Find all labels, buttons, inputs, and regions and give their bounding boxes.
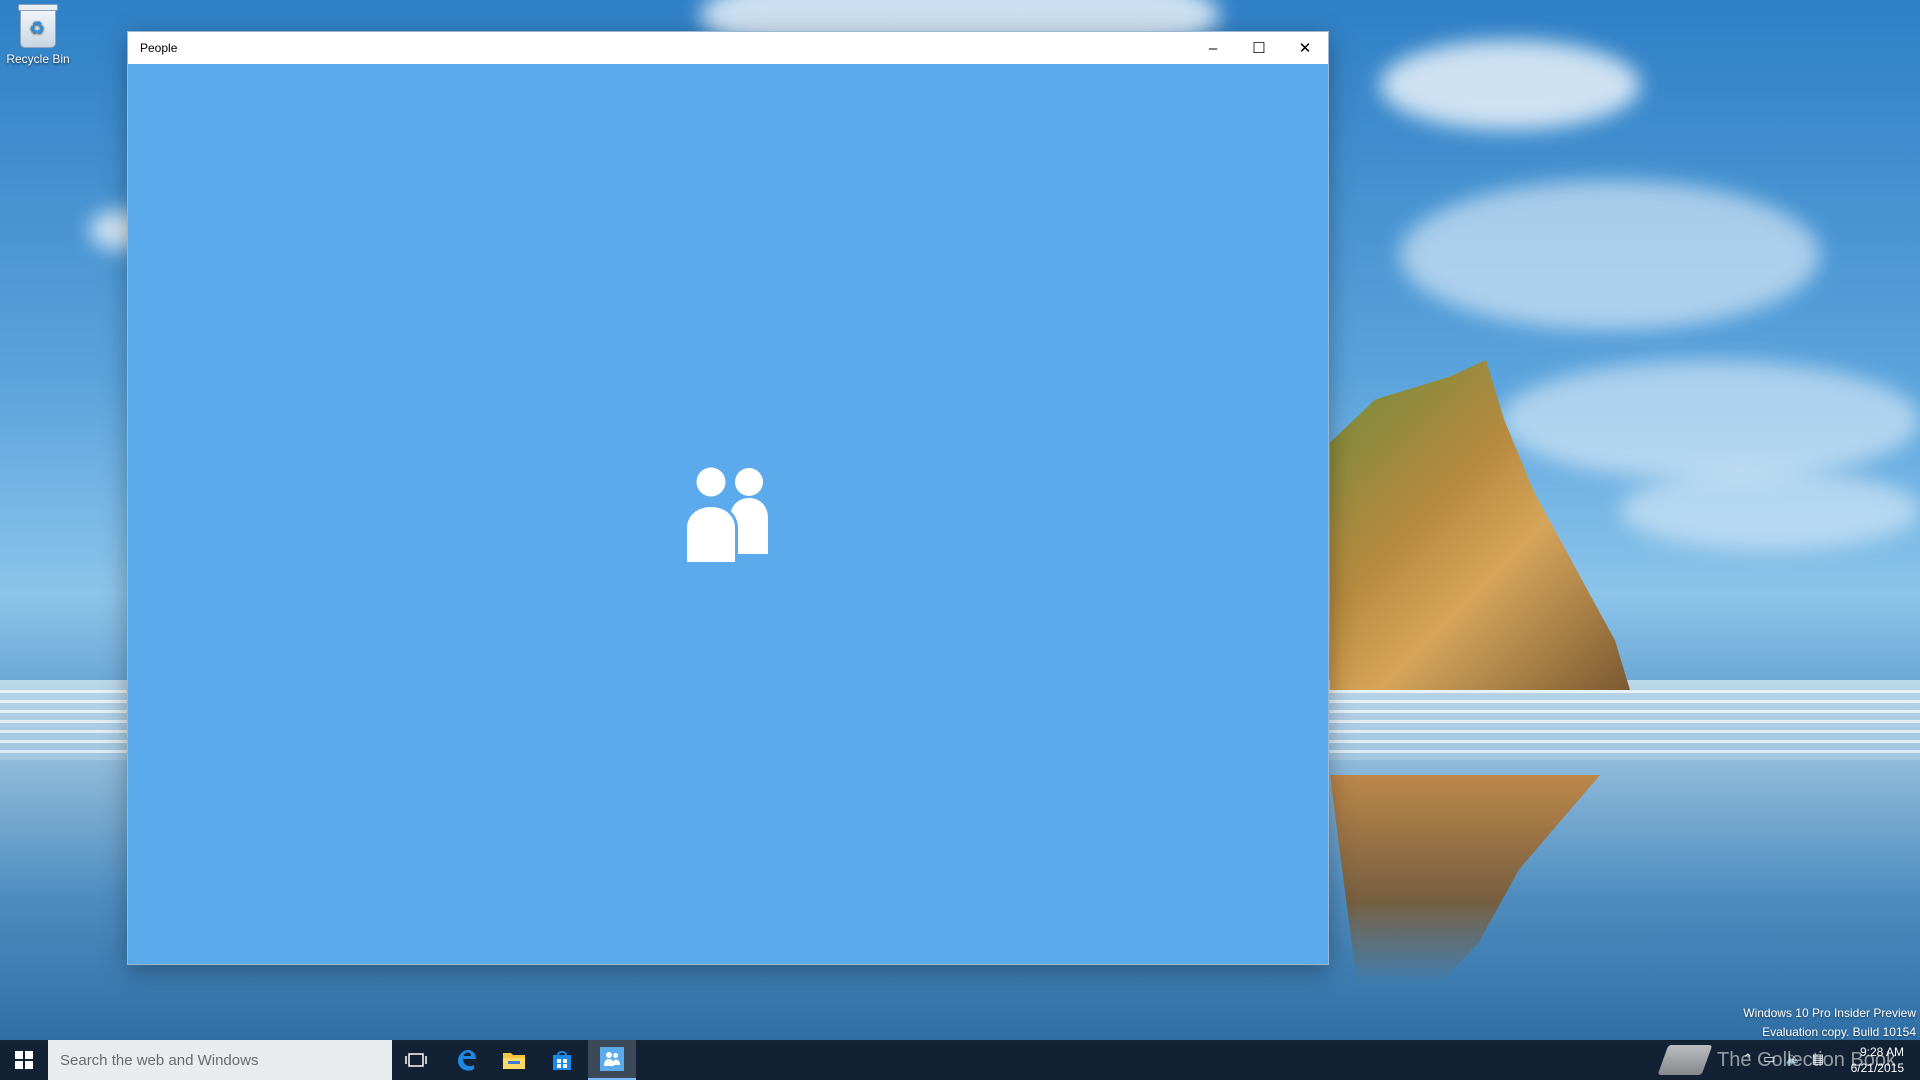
search-box[interactable]: Search the web and Windows — [48, 1040, 392, 1080]
file-explorer-button[interactable] — [490, 1040, 538, 1080]
minimize-button[interactable]: – — [1190, 32, 1236, 64]
file-explorer-icon — [503, 1053, 525, 1069]
task-view-icon — [405, 1053, 427, 1067]
people-icon — [684, 465, 768, 562]
splash-screen — [128, 64, 1328, 964]
recycle-bin-label: Recycle Bin — [6, 52, 70, 66]
search-placeholder: Search the web and Windows — [60, 1051, 259, 1069]
close-icon: ✕ — [1298, 40, 1312, 57]
window-title: People — [140, 41, 178, 55]
recycle-bin-icon: ♻ — [18, 4, 58, 48]
watermark-edition: Windows 10 Pro Insider Preview — [1743, 1006, 1916, 1020]
edge-button[interactable] — [442, 1040, 490, 1080]
minimize-icon: – — [1208, 39, 1218, 57]
windows-logo-icon — [15, 1051, 33, 1069]
store-icon — [553, 1051, 571, 1070]
close-button[interactable]: ✕ — [1282, 32, 1328, 64]
title-bar[interactable]: People – ☐ ✕ — [128, 32, 1328, 64]
taskbar: Search the web and Windows ⌃ ▭ 🔈 ▤ 9:28 … — [0, 1040, 1920, 1080]
brand-watermark: The Collection Book — [1657, 1040, 1896, 1080]
store-button[interactable] — [538, 1040, 586, 1080]
task-view-button[interactable] — [392, 1040, 440, 1080]
people-app-window: People – ☐ ✕ — [128, 32, 1328, 964]
brand-text: The Collection Book — [1717, 1048, 1896, 1071]
book-logo-icon — [1657, 1045, 1713, 1075]
start-button[interactable] — [0, 1040, 48, 1080]
people-app-icon — [600, 1047, 624, 1071]
people-taskbar-button[interactable] — [588, 1040, 636, 1080]
maximize-button[interactable]: ☐ — [1236, 32, 1282, 64]
edge-icon — [458, 1050, 476, 1071]
recycle-bin-shortcut[interactable]: ♻ Recycle Bin — [4, 4, 72, 66]
build-watermark: Windows 10 Pro Insider Preview Evaluatio… — [1743, 1004, 1916, 1042]
maximize-icon: ☐ — [1252, 40, 1266, 57]
